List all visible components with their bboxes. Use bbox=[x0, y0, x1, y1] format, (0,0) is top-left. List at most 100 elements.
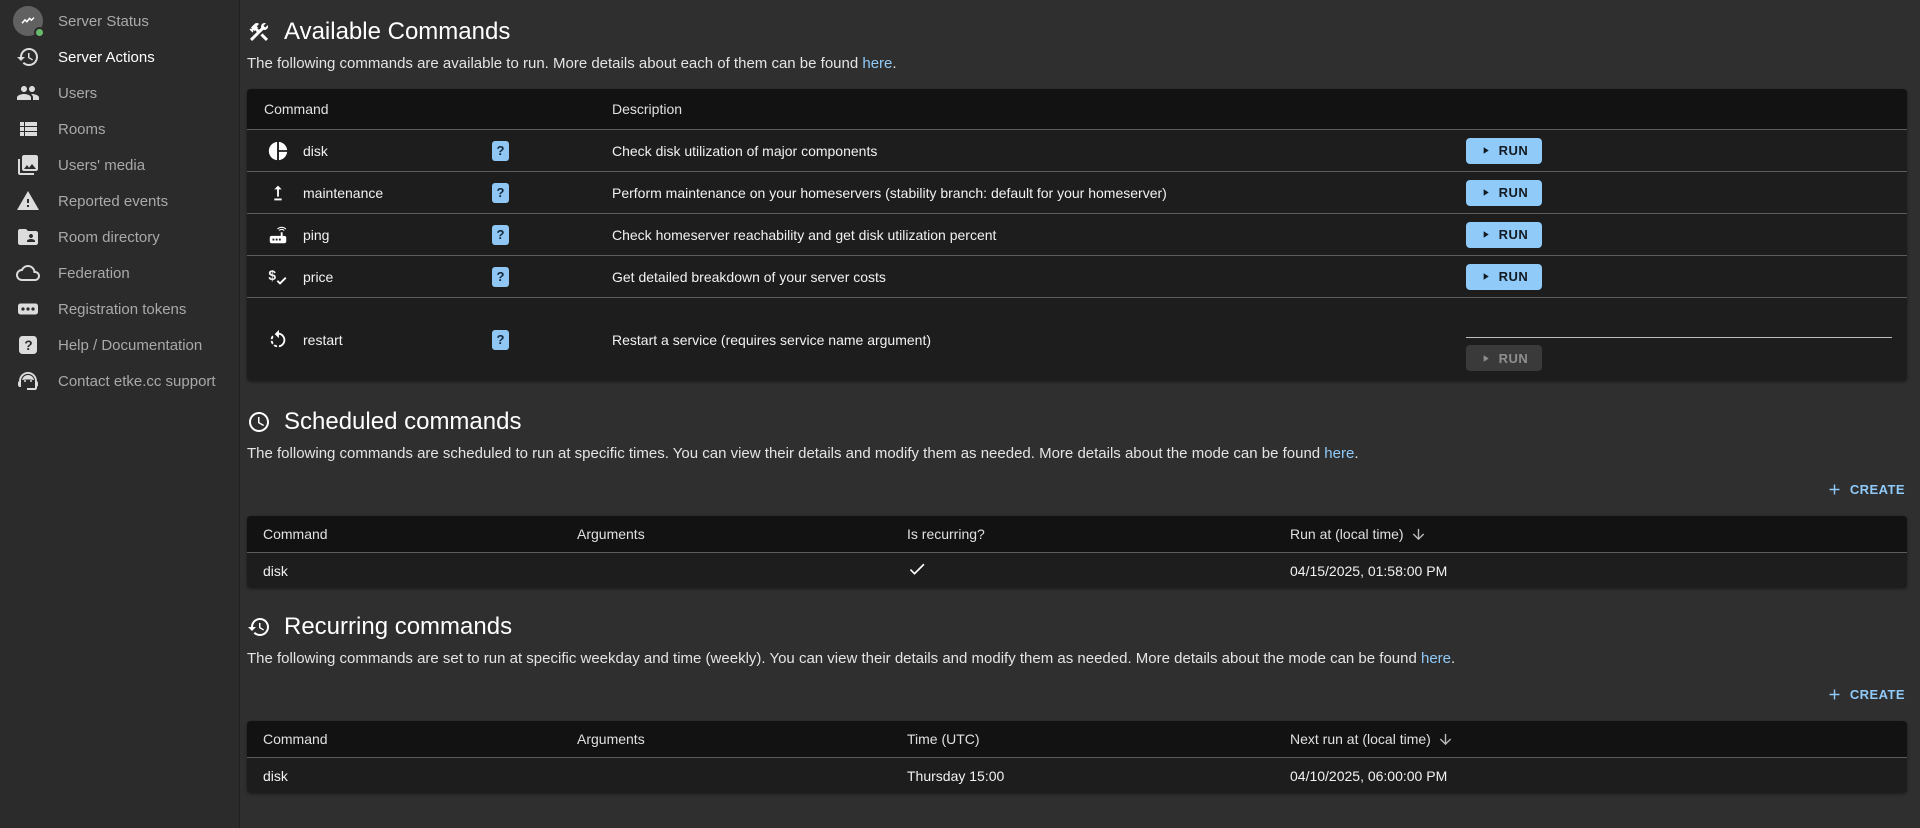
sidebar-item-server-actions[interactable]: Server Actions bbox=[0, 39, 239, 75]
token-icon bbox=[13, 297, 43, 321]
cell-command: disk bbox=[247, 768, 561, 784]
scheduled-toolbar: CREATE bbox=[247, 477, 1907, 502]
sort-desc-icon bbox=[1410, 526, 1427, 543]
table-header-row: Command Description bbox=[247, 89, 1907, 129]
recurring-commands-table: Command Arguments Time (UTC) Next run at… bbox=[247, 721, 1907, 793]
subtitle-period: . bbox=[892, 55, 896, 72]
run-button-price[interactable]: RUN bbox=[1466, 264, 1542, 290]
column-header-command: Command bbox=[247, 526, 561, 542]
help-badge-button[interactable]: ? bbox=[492, 183, 509, 203]
sidebar-item-label: Registration tokens bbox=[58, 301, 186, 318]
command-name: restart bbox=[303, 332, 343, 348]
run-button-maintenance[interactable]: RUN bbox=[1466, 180, 1542, 206]
rotate-left-icon bbox=[267, 329, 289, 351]
online-status-dot bbox=[34, 27, 45, 38]
table-row-price: price ? Get detailed breakdown of your s… bbox=[247, 255, 1907, 297]
subtitle-period: . bbox=[1354, 445, 1358, 462]
history-icon bbox=[247, 615, 271, 639]
cell-run-at: 04/15/2025, 01:58:00 PM bbox=[1274, 563, 1907, 579]
sidebar-item-label: Federation bbox=[58, 265, 130, 282]
sidebar-item-reported-events[interactable]: Reported events bbox=[0, 183, 239, 219]
recurring-row-disk[interactable]: disk Thursday 15:00 04/10/2025, 06:00:00… bbox=[247, 757, 1907, 793]
construction-tools-icon bbox=[247, 20, 271, 44]
subtitle-text: The following commands are available to … bbox=[247, 55, 862, 72]
play-icon bbox=[1480, 353, 1491, 364]
help-badge-button[interactable]: ? bbox=[492, 141, 509, 161]
command-description: Perform maintenance on your homeservers … bbox=[612, 185, 1466, 201]
recurring-docs-link[interactable]: here bbox=[1421, 650, 1451, 667]
column-header-time-utc: Time (UTC) bbox=[891, 731, 1274, 747]
play-icon bbox=[1480, 271, 1491, 282]
run-button-restart-disabled[interactable]: RUN bbox=[1466, 345, 1542, 371]
clock-icon bbox=[247, 410, 271, 434]
section-title: Recurring commands bbox=[284, 612, 512, 642]
history-settings-icon bbox=[13, 45, 43, 69]
table-row-restart: restart ? Restart a service (requires se… bbox=[247, 297, 1907, 381]
sidebar-item-label: Help / Documentation bbox=[58, 337, 202, 354]
table-row-maintenance: maintenance ? Perform maintenance on you… bbox=[247, 171, 1907, 213]
sidebar-item-users[interactable]: Users bbox=[0, 75, 239, 111]
sidebar-item-room-directory[interactable]: Room directory bbox=[0, 219, 239, 255]
run-button-disk[interactable]: RUN bbox=[1466, 138, 1542, 164]
subtitle-text: The following commands are set to run at… bbox=[247, 650, 1421, 667]
sidebar-item-server-status[interactable]: Server Status bbox=[0, 3, 239, 39]
recurring-create-button[interactable]: CREATE bbox=[1824, 682, 1907, 707]
scheduled-row-disk[interactable]: disk 04/15/2025, 01:58:00 PM bbox=[247, 552, 1907, 588]
scheduled-create-button[interactable]: CREATE bbox=[1824, 477, 1907, 502]
sidebar-item-rooms[interactable]: Rooms bbox=[0, 111, 239, 147]
support-agent-icon bbox=[13, 369, 43, 393]
cloud-icon bbox=[13, 261, 43, 285]
sidebar: Server Status Server Actions Users Rooms… bbox=[0, 0, 240, 828]
column-header-arguments: Arguments bbox=[561, 731, 891, 747]
plus-icon bbox=[1826, 686, 1843, 703]
list-icon bbox=[13, 117, 43, 141]
column-header-next-run-sort[interactable]: Next run at (local time) bbox=[1274, 731, 1907, 748]
table-row-ping: ping ? Check homeserver reachability and… bbox=[247, 213, 1907, 255]
play-icon bbox=[1480, 187, 1491, 198]
restart-arguments-input[interactable] bbox=[1466, 300, 1892, 338]
help-badge-button[interactable]: ? bbox=[492, 225, 509, 245]
sidebar-item-help-documentation[interactable]: Help / Documentation bbox=[0, 327, 239, 363]
recurring-commands-subtitle: The following commands are set to run at… bbox=[247, 650, 1907, 668]
sidebar-item-label: Server Status bbox=[58, 13, 149, 30]
column-header-command: Command bbox=[247, 101, 492, 117]
command-name: maintenance bbox=[303, 185, 383, 201]
run-button-ping[interactable]: RUN bbox=[1466, 222, 1542, 248]
section-title: Available Commands bbox=[284, 17, 510, 47]
sidebar-item-label: Users' media bbox=[58, 157, 145, 174]
scheduled-docs-link[interactable]: here bbox=[1324, 445, 1354, 462]
available-docs-link[interactable]: here bbox=[862, 55, 892, 72]
recurring-toolbar: CREATE bbox=[247, 682, 1907, 707]
plus-icon bbox=[1826, 481, 1843, 498]
users-icon bbox=[13, 81, 43, 105]
sidebar-item-label: Users bbox=[58, 85, 97, 102]
sidebar-item-registration-tokens[interactable]: Registration tokens bbox=[0, 291, 239, 327]
sidebar-item-label: Rooms bbox=[58, 121, 106, 138]
sidebar-item-federation[interactable]: Federation bbox=[0, 255, 239, 291]
command-description: Check disk utilization of major componen… bbox=[612, 143, 1466, 159]
command-description: Get detailed breakdown of your server co… bbox=[612, 269, 1466, 285]
command-description: Restart a service (requires service name… bbox=[612, 332, 1466, 348]
sidebar-item-label: Server Actions bbox=[58, 49, 155, 66]
upgrade-icon bbox=[267, 182, 289, 204]
column-header-run-at-sort[interactable]: Run at (local time) bbox=[1274, 526, 1907, 543]
price-check-icon bbox=[267, 266, 289, 288]
recurring-check-icon bbox=[891, 559, 1274, 582]
scheduled-commands-header: Scheduled commands bbox=[247, 407, 1907, 437]
subtitle-text: The following commands are scheduled to … bbox=[247, 445, 1324, 462]
column-header-arguments: Arguments bbox=[561, 526, 891, 542]
main-content: Available Commands The following command… bbox=[240, 17, 1920, 793]
column-header-is-recurring: Is recurring? bbox=[891, 526, 1274, 542]
command-name: disk bbox=[303, 143, 328, 159]
play-icon bbox=[1480, 145, 1491, 156]
sidebar-item-users-media[interactable]: Users' media bbox=[0, 147, 239, 183]
folder-shared-icon bbox=[13, 225, 43, 249]
sidebar-item-contact-support[interactable]: Contact etke.cc support bbox=[0, 363, 239, 399]
sidebar-item-label: Contact etke.cc support bbox=[58, 373, 216, 390]
help-badge-button[interactable]: ? bbox=[492, 330, 509, 350]
pie-chart-icon bbox=[267, 140, 289, 162]
scheduled-commands-table: Command Arguments Is recurring? Run at (… bbox=[247, 516, 1907, 588]
available-commands-table: Command Description disk ? Check disk ut… bbox=[247, 89, 1907, 381]
sort-desc-icon bbox=[1437, 731, 1454, 748]
help-badge-button[interactable]: ? bbox=[492, 267, 509, 287]
